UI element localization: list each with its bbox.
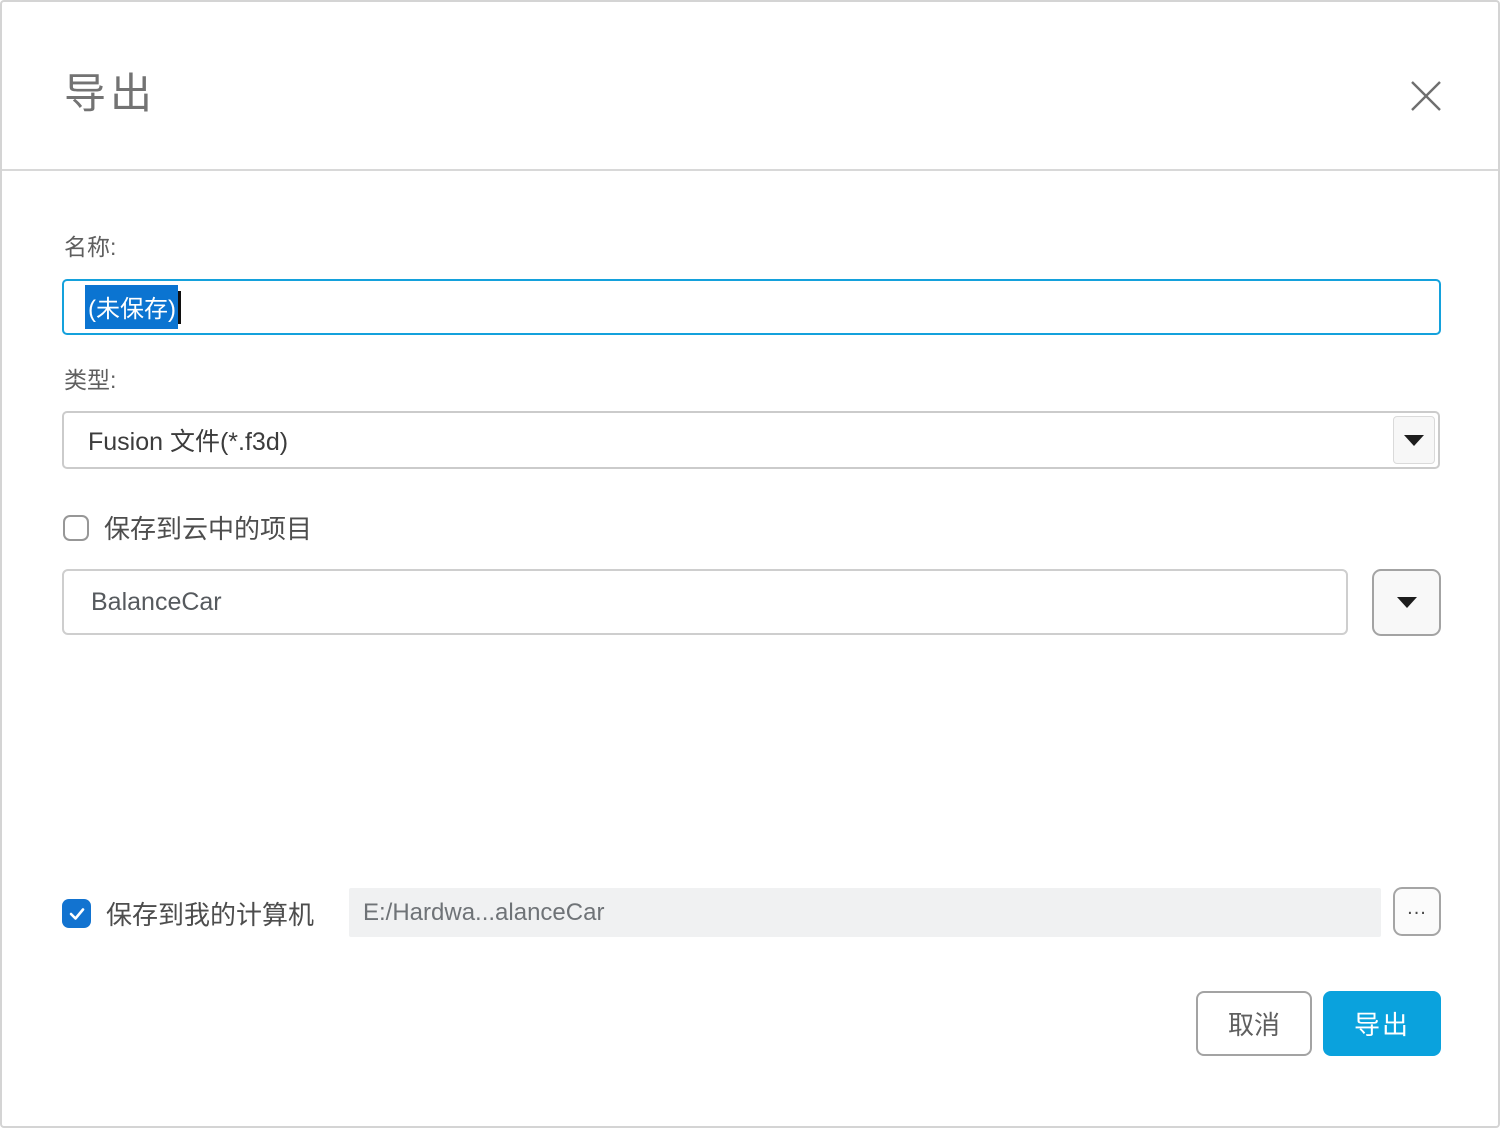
type-select[interactable]: Fusion 文件(*.f3d): [62, 411, 1440, 469]
project-input[interactable]: BalanceCar: [62, 569, 1348, 635]
computer-checkbox[interactable]: [62, 899, 91, 928]
cloud-checkbox-label: 保存到云中的项目: [104, 509, 312, 546]
cloud-checkbox[interactable]: [63, 515, 89, 541]
cloud-checkbox-row: 保存到云中的项目: [63, 509, 312, 546]
close-icon[interactable]: [1402, 72, 1450, 120]
project-input-value: BalanceCar: [91, 588, 222, 617]
name-input[interactable]: (未保存): [62, 279, 1441, 335]
path-field: E:/Hardwa...alanceCar: [349, 888, 1381, 937]
name-input-selected-text: (未保存): [85, 285, 178, 329]
project-dropdown-button[interactable]: [1372, 569, 1441, 636]
type-label: 类型:: [64, 361, 116, 395]
export-button[interactable]: 导出: [1323, 991, 1441, 1056]
export-dialog: 导出 名称: (未保存) 类型: Fusion 文件(*.f3d) 保存到云中的…: [0, 0, 1500, 1128]
checkmark-icon: [68, 905, 86, 923]
text-caret: [178, 291, 181, 324]
name-label: 名称:: [64, 228, 116, 262]
path-field-value: E:/Hardwa...alanceCar: [363, 899, 604, 927]
dialog-title: 导出: [64, 60, 156, 121]
chevron-down-icon: [1397, 597, 1417, 608]
computer-checkbox-row: 保存到我的计算机: [62, 895, 314, 932]
header-divider: [2, 169, 1498, 171]
chevron-down-icon: [1404, 435, 1424, 446]
computer-checkbox-label: 保存到我的计算机: [106, 895, 314, 932]
close-x-glyph: [1408, 78, 1444, 114]
cancel-button[interactable]: 取消: [1196, 991, 1312, 1056]
browse-button[interactable]: ...: [1393, 887, 1441, 936]
type-select-value: Fusion 文件(*.f3d): [88, 422, 288, 458]
type-select-arrow-button[interactable]: [1393, 416, 1435, 464]
